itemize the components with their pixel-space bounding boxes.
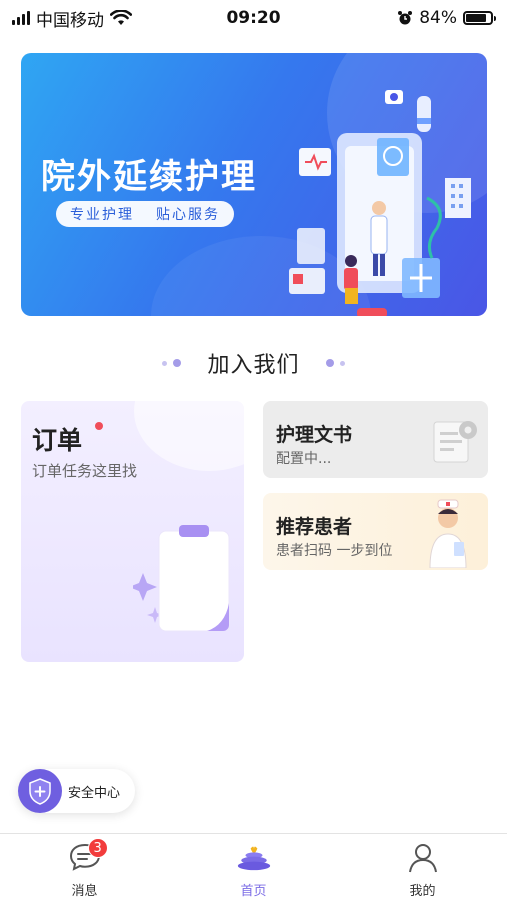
recommend-title: 推荐患者 [276,516,353,538]
notification-dot [95,422,103,430]
decor-dots-left [162,359,182,367]
tab-label: 消息 [71,884,98,899]
tab-messages[interactable]: 3 消息 [0,834,169,900]
status-left: 中国移动 [12,6,132,31]
banner-title: 院外延续护理 [41,157,257,197]
recommend-subtitle: 患者扫码 一步到位 [276,543,393,559]
wifi-icon [110,10,132,25]
unread-badge: 3 [87,838,108,858]
battery-icon [463,11,496,25]
promo-banner[interactable]: 院外延续护理 专业护理 贴心服务 [21,53,487,316]
nursing-doc-subtitle: 配置中... [276,451,332,467]
document-settings-icon [433,421,477,463]
tab-label: 我的 [409,884,436,899]
medical-illustration [289,90,471,316]
home-icon [237,846,270,871]
signal-icon [12,11,30,25]
tab-home[interactable]: 首页 [169,834,338,900]
banner-tag: 专业护理 [70,207,134,223]
clock: 09:20 [226,8,281,28]
clipboard-icon [133,525,230,632]
profile-icon [408,844,437,873]
section-title: 加入我们 [207,353,300,378]
nurse-icon [429,499,467,568]
order-title: 订单 [32,426,83,455]
status-right: 84% [397,8,496,28]
banner-tag: 贴心服务 [156,207,220,223]
tab-label: 首页 [240,884,267,899]
nursing-doc-title: 护理文书 [276,424,353,446]
decor-dots-right [325,359,345,367]
tab-profile[interactable]: 我的 [338,834,507,900]
nursing-document-card[interactable]: 护理文书 配置中... [263,401,488,478]
banner-tags: 专业护理 贴心服务 [56,201,234,227]
battery-level [466,14,487,22]
status-bar: 中国移动 09:20 84% [0,0,507,36]
card-decoration [134,401,244,471]
shield-icon [18,769,62,813]
carrier-label: 中国移动 [36,10,104,31]
battery-percent: 84% [419,8,457,28]
bottom-tab-bar: 3 消息 首页 我的 [0,833,507,900]
section-header: 加入我们 [0,343,507,383]
order-subtitle: 订单任务这里找 [32,462,138,480]
message-icon-wrap: 3 [68,838,108,873]
recommend-patient-card[interactable]: 推荐患者 患者扫码 一步到位 [263,493,488,570]
alarm-icon [398,11,413,25]
security-center-label: 安全中心 [68,785,121,801]
security-center-button[interactable]: 安全中心 [18,769,135,813]
order-card[interactable]: 订单 订单任务这里找 [21,401,244,662]
